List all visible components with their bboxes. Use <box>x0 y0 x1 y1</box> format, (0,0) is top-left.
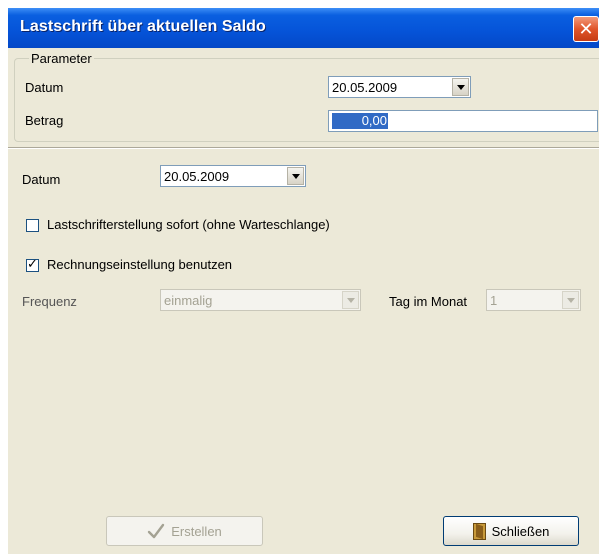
close-button[interactable]: Schließen <box>443 516 579 546</box>
day-of-month-label: Tag im Monat <box>389 294 468 309</box>
date-value: 20.05.2009 <box>164 169 230 184</box>
param-date-value: 20.05.2009 <box>332 80 398 95</box>
parameter-group-legend: Parameter <box>29 51 94 66</box>
door-icon <box>472 522 486 540</box>
chevron-down-icon[interactable] <box>287 167 304 185</box>
invoice-settings-label[interactable]: Rechnungseinstellung benutzen <box>47 257 232 272</box>
day-of-month-value: 1 <box>490 293 498 308</box>
amount-input[interactable]: 0,00 <box>328 110 598 132</box>
window-title: Lastschrift über aktuellen Saldo <box>20 18 266 35</box>
immediate-creation-checkbox[interactable] <box>26 219 39 232</box>
immediate-creation-label[interactable]: Lastschrifterstellung sofort (ohne Warte… <box>47 217 330 232</box>
chevron-down-icon[interactable] <box>342 291 359 309</box>
frequency-select[interactable]: einmalig <box>160 289 361 311</box>
section-separator <box>8 147 599 149</box>
amount-value: 0,00 <box>332 113 388 129</box>
top-strip <box>0 0 599 8</box>
checkmark-icon: ✓ <box>27 256 38 271</box>
create-button[interactable]: Erstellen <box>106 516 263 546</box>
chevron-down-icon[interactable] <box>562 291 579 309</box>
close-window-button[interactable]: ✕ <box>573 16 599 42</box>
checkmark-icon <box>148 523 165 539</box>
frequency-value: einmalig <box>164 293 213 308</box>
chevron-down-icon[interactable] <box>452 78 469 96</box>
day-of-month-select[interactable]: 1 <box>486 289 581 311</box>
param-amount-label: Betrag <box>25 113 64 128</box>
close-icon: ✕ <box>578 19 594 39</box>
create-button-label: Erstellen <box>171 523 222 539</box>
date-label: Datum <box>22 172 61 187</box>
title-bar[interactable]: Lastschrift über aktuellen Saldo ✕ <box>8 8 599 48</box>
param-date-label: Datum <box>25 80 64 95</box>
dialog-window: Lastschrift über aktuellen Saldo ✕ Param… <box>0 0 599 554</box>
close-button-label: Schließen <box>491 523 550 539</box>
frequency-label: Frequenz <box>22 294 77 309</box>
date-picker[interactable]: 20.05.2009 <box>160 165 306 187</box>
invoice-settings-checkbox[interactable]: ✓ <box>26 256 39 272</box>
param-date-picker[interactable]: 20.05.2009 <box>328 76 471 98</box>
